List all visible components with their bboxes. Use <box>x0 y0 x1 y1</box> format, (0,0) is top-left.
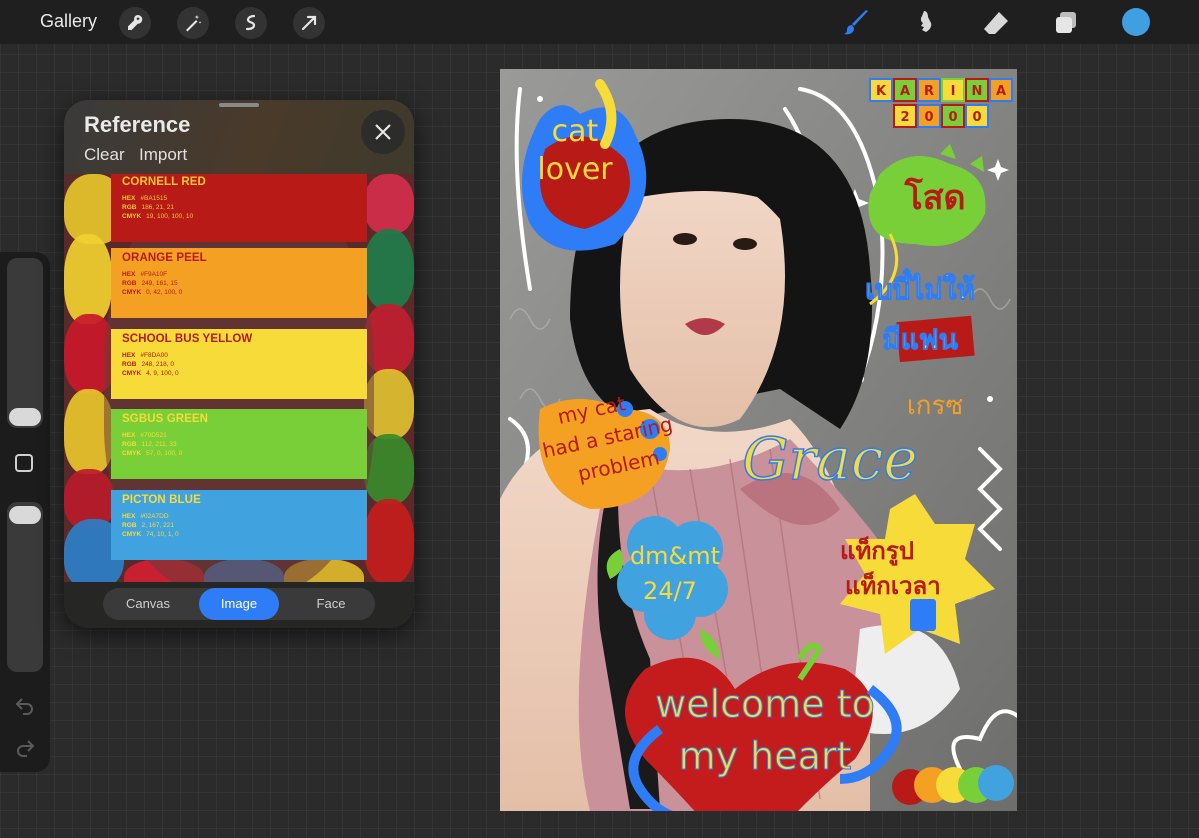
swatch-rgb: RGB 112, 211, 33 <box>122 441 177 448</box>
swatch-cmyk: CMYK 19, 100, 100, 10 <box>122 213 194 220</box>
redo-icon[interactable] <box>14 736 36 758</box>
svg-text:cat: cat <box>552 114 599 149</box>
svg-text:0: 0 <box>972 110 981 125</box>
panel-grabber[interactable] <box>219 103 259 107</box>
modify-button[interactable] <box>15 454 33 472</box>
brush-size-knob[interactable] <box>9 408 41 426</box>
brush-icon[interactable] <box>842 8 872 38</box>
artwork-illustration: K A R I N A 2 0 0 0 cat lover โสด เบบี๋ไ… <box>500 69 1017 811</box>
swatch-cmyk: CMYK 0, 42, 100, 0 <box>122 289 183 296</box>
gallery-button[interactable]: Gallery <box>40 11 97 32</box>
svg-text:my heart: my heart <box>679 734 852 778</box>
gummy-bear <box>64 234 112 324</box>
clear-button[interactable]: Clear <box>84 145 125 165</box>
svg-text:dm&mt: dm&mt <box>630 542 720 570</box>
svg-text:0: 0 <box>948 110 957 125</box>
gummy-bear <box>364 229 414 309</box>
swatch-cmyk: CMYK 74, 10, 1, 0 <box>122 531 179 538</box>
swatch-hex: HEX #BA1515 <box>122 195 168 202</box>
gummy-bear <box>364 499 414 582</box>
smudge-icon[interactable] <box>910 8 940 38</box>
svg-text:I: I <box>951 84 956 99</box>
reference-image[interactable]: CORNELL RED HEX #BA1515 RGB 186, 21, 21 CM… <box>64 174 414 582</box>
svg-text:แท็กเวลา: แท็กเวลา <box>845 571 941 600</box>
svg-text:24/7: 24/7 <box>643 577 697 605</box>
svg-text:K: K <box>876 84 887 99</box>
reference-title: Reference <box>84 112 191 137</box>
svg-text:A: A <box>900 84 910 99</box>
swatch-rgb: RGB 186, 21, 21 <box>122 204 174 211</box>
opacity-knob[interactable] <box>9 506 41 524</box>
transform-arrow-icon[interactable] <box>293 7 325 39</box>
reference-tabs: Canvas Image Face <box>103 588 375 620</box>
gummy-bear <box>364 174 414 234</box>
artwork-canvas[interactable]: K A R I N A 2 0 0 0 cat lover โสด เบบี๋ไ… <box>500 69 1017 811</box>
left-sidebar <box>0 252 50 772</box>
swatch-rgb: RGB 249, 161, 15 <box>122 280 178 287</box>
wrench-icon[interactable] <box>119 7 151 39</box>
swatch-sgbus-green[interactable]: SGBUS GREEN HEX #70D521 RGB 112, 211, 33 C… <box>111 409 367 479</box>
swatch-name: SGBUS GREEN <box>122 413 209 425</box>
swatch-cmyk: CMYK 57, 0, 100, 0 <box>122 450 183 457</box>
opacity-slider[interactable] <box>7 502 43 672</box>
swatch-name: ORANGE PEEL <box>122 252 207 264</box>
svg-text:0: 0 <box>924 110 933 125</box>
svg-text:Grace: Grace <box>742 425 917 493</box>
top-toolbar: Gallery <box>0 0 1199 44</box>
svg-text:welcome to: welcome to <box>655 682 875 726</box>
swatch-name: CORNELL RED <box>122 176 206 188</box>
magic-wand-icon[interactable] <box>177 7 209 39</box>
swatch-hex: HEX #70D521 <box>122 432 167 439</box>
reference-header: Reference Clear Import <box>64 100 414 174</box>
swatch-name: PICTON BLUE <box>122 494 201 506</box>
close-icon <box>375 124 391 140</box>
selection-icon[interactable] <box>235 7 267 39</box>
swatch-school-bus-yellow[interactable]: SCHOOL BUS YELLOW HEX #F8DA00 RGB 248, 218… <box>111 329 367 399</box>
svg-text:2: 2 <box>900 110 909 125</box>
swatch-cmyk: CMYK 4, 9, 100, 0 <box>122 370 179 377</box>
svg-text:มีแฟน: มีแฟน <box>882 323 957 356</box>
import-button[interactable]: Import <box>139 145 187 165</box>
close-button[interactable] <box>361 110 405 154</box>
svg-text:lover: lover <box>537 152 613 187</box>
swatch-cornell-red[interactable]: CORNELL RED HEX #BA1515 RGB 186, 21, 21 CM… <box>111 174 367 242</box>
svg-text:N: N <box>972 84 983 99</box>
svg-text:R: R <box>924 84 934 99</box>
swatch-rgb: RGB 248, 218, 0 <box>122 361 174 368</box>
swatch-rgb: RGB 2, 167, 221 <box>122 522 174 529</box>
color-picker-button[interactable] <box>1122 8 1150 36</box>
swatch-hex: HEX #F9A10F <box>122 271 168 278</box>
svg-text:โสด: โสด <box>903 177 965 218</box>
swatch-name: SCHOOL BUS YELLOW <box>122 333 253 345</box>
undo-icon[interactable] <box>14 694 36 716</box>
svg-text:เบบี๋ไม่ให้: เบบี๋ไม่ให้ <box>865 268 975 306</box>
svg-text:A: A <box>996 84 1006 99</box>
swatch-hex: HEX #02A7DD <box>122 513 169 520</box>
svg-text:เกรซ: เกรซ <box>907 391 963 421</box>
brush-size-slider[interactable] <box>7 258 43 428</box>
tab-image[interactable]: Image <box>199 588 279 620</box>
svg-text:แท็กรูป: แท็กรูป <box>840 536 914 566</box>
layers-icon[interactable] <box>1051 8 1081 38</box>
reference-panel: Reference Clear Import CORNELL RED HEX #B… <box>64 100 414 628</box>
swatch-hex: HEX #F8DA00 <box>122 352 168 359</box>
swatch-picton-blue[interactable]: PICTON BLUE HEX #02A7DD RGB 2, 167, 221 CM… <box>111 490 367 560</box>
tab-face[interactable]: Face <box>287 588 375 620</box>
tab-canvas[interactable]: Canvas <box>103 588 193 620</box>
swatch-orange-peel[interactable]: ORANGE PEEL HEX #F9A10F RGB 249, 161, 15 C… <box>111 248 367 318</box>
eraser-icon[interactable] <box>981 8 1011 38</box>
